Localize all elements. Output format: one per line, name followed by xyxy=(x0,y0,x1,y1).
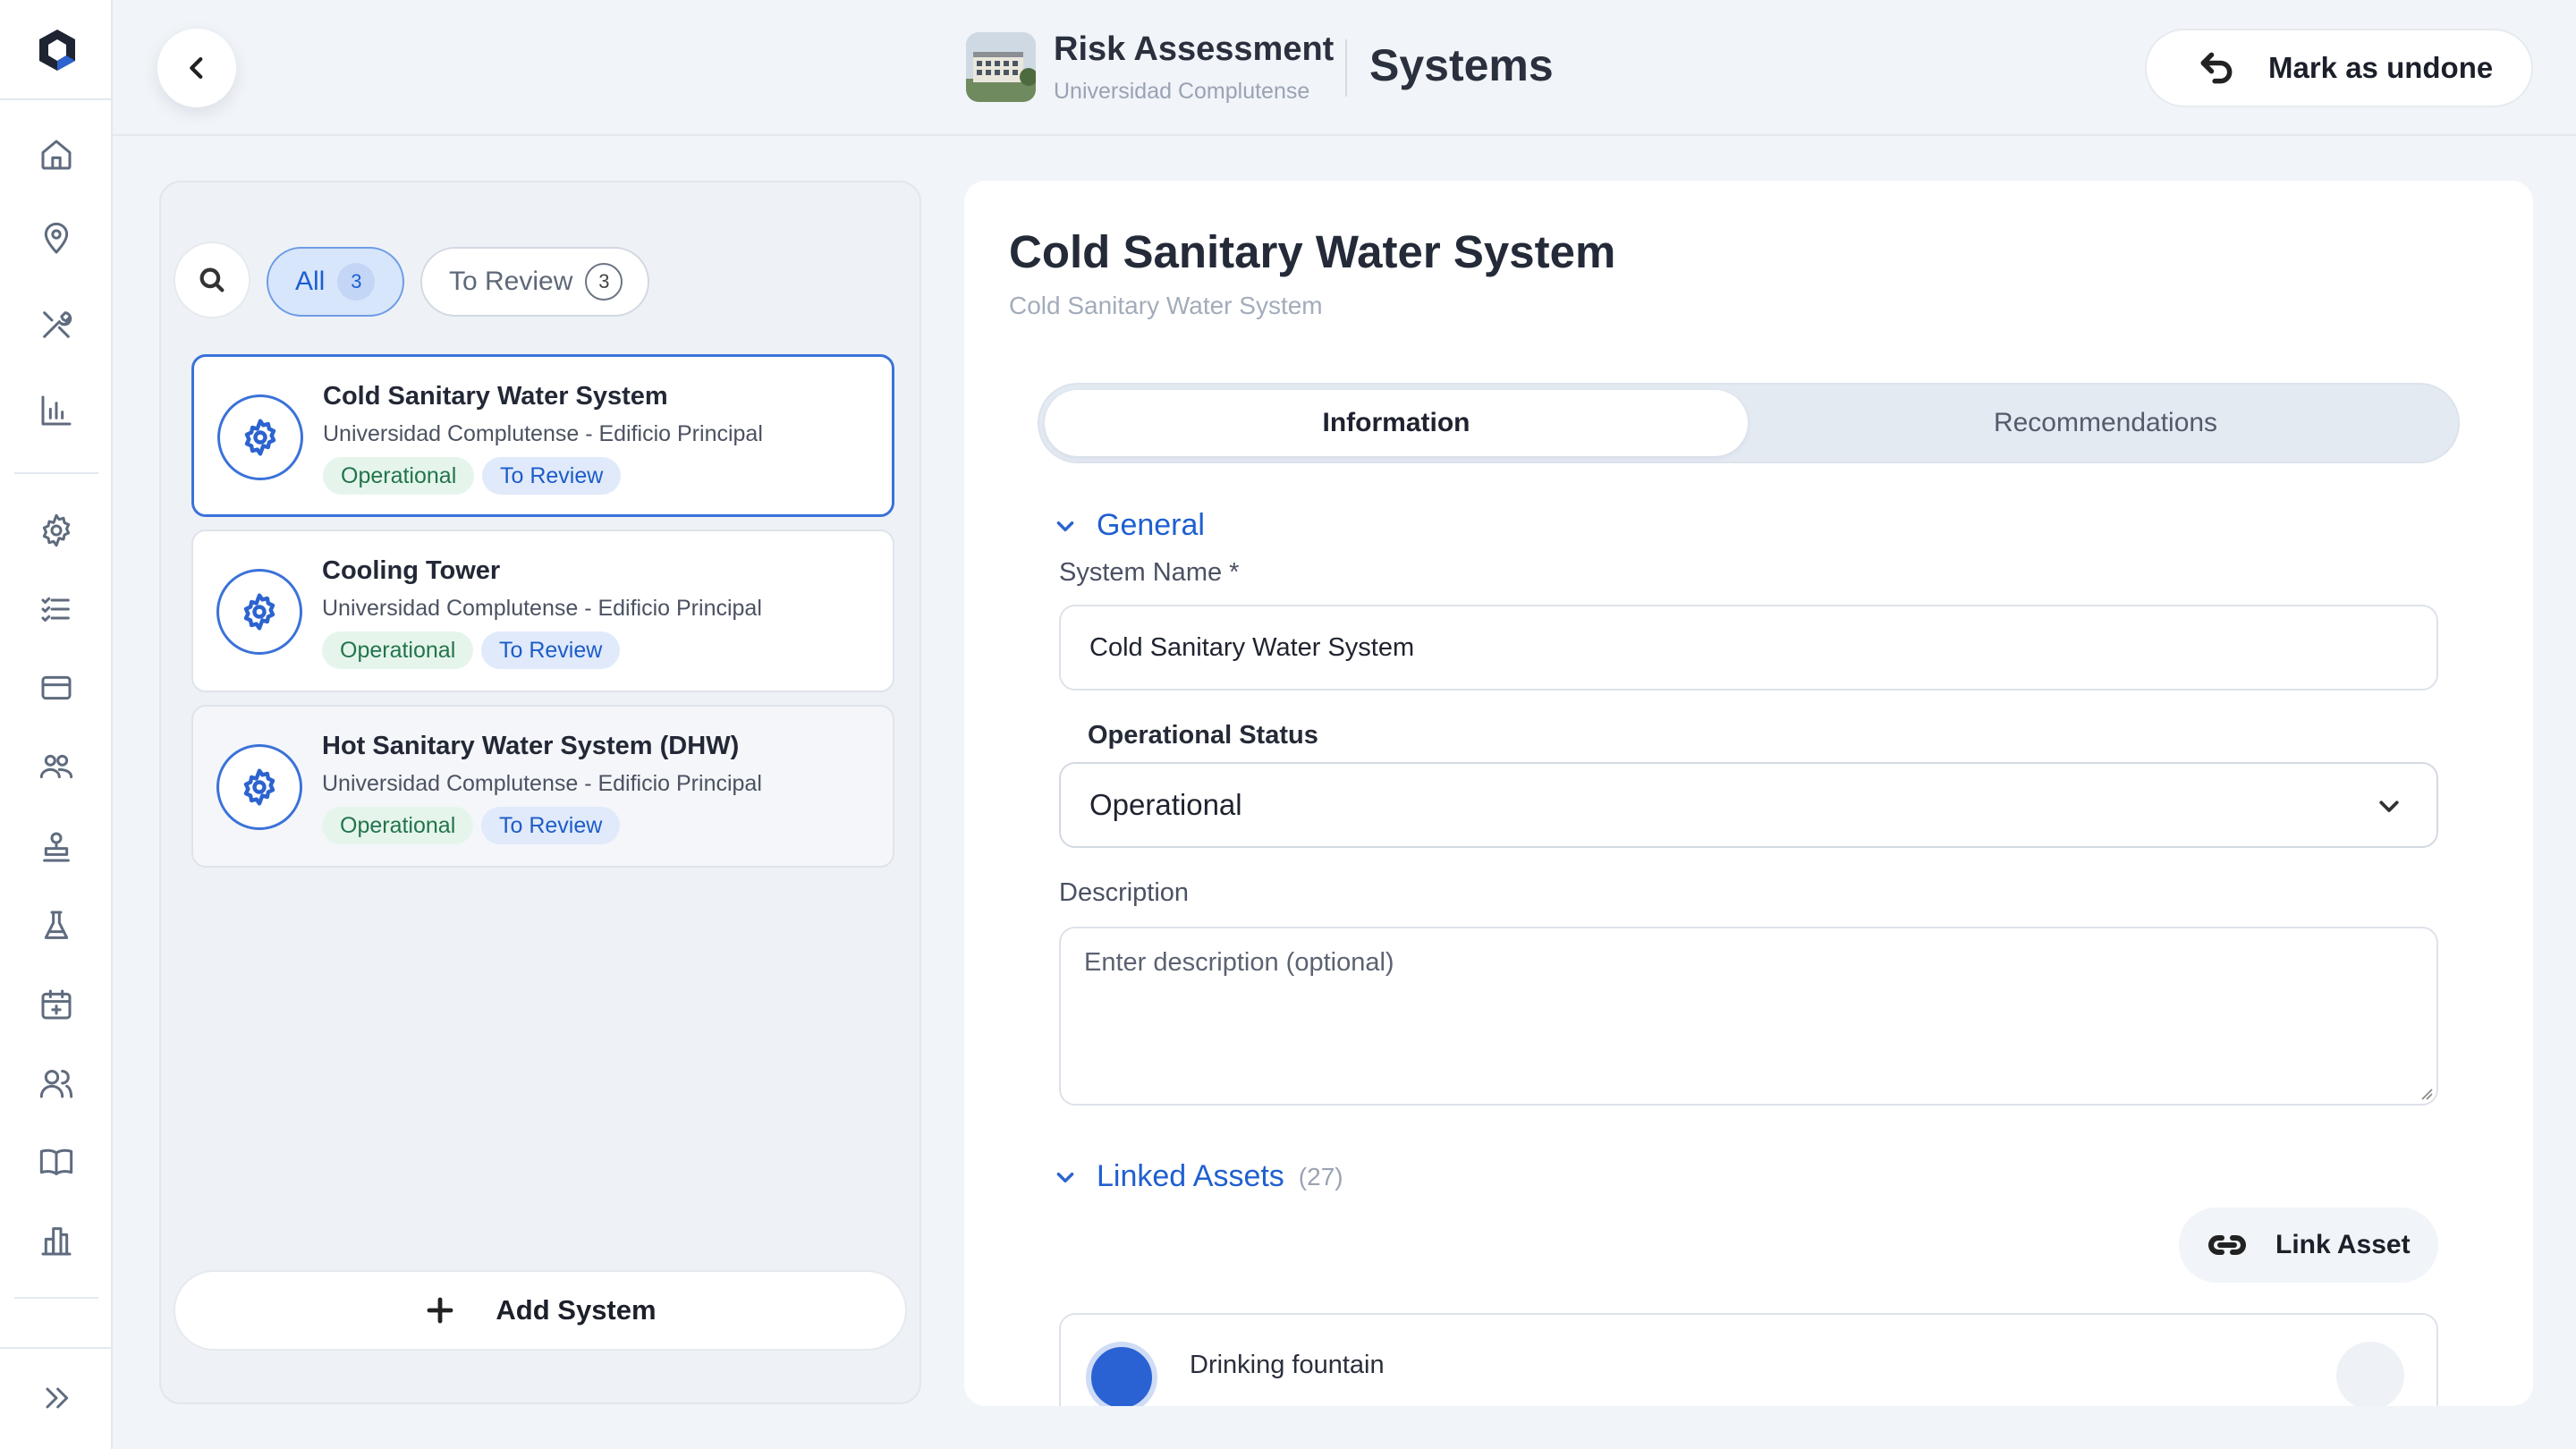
system-card[interactable]: Cold Sanitary Water System Universidad C… xyxy=(191,354,894,517)
link-asset-label: Link Asset xyxy=(2275,1230,2411,1259)
review-badge: To Review xyxy=(481,631,621,669)
linked-assets-label: Linked Assets xyxy=(1097,1159,1284,1193)
system-location: Universidad Complutense - Edificio Princ… xyxy=(323,421,763,446)
header-separator xyxy=(1345,39,1347,97)
header-subtitle: Universidad Complutense xyxy=(1054,79,1310,104)
filter-to-review-label: To Review xyxy=(449,267,573,296)
asset-more-button[interactable] xyxy=(2336,1342,2404,1406)
filter-to-review-count: 3 xyxy=(585,263,623,301)
filter-to-review-chip[interactable]: To Review 3 xyxy=(420,247,649,317)
group-icon[interactable] xyxy=(36,746,77,787)
description-label: Description xyxy=(1059,878,1190,907)
system-name-label: System Name * xyxy=(1059,558,1240,587)
system-name: Hot Sanitary Water System (DHW) xyxy=(322,732,740,760)
link-asset-button[interactable]: Link Asset xyxy=(2179,1208,2438,1283)
review-badge: To Review xyxy=(481,807,621,844)
checklist-icon[interactable] xyxy=(36,589,77,630)
system-card[interactable]: Hot Sanitary Water System (DHW) Universi… xyxy=(191,705,894,868)
calendar-icon[interactable] xyxy=(36,984,77,1025)
general-section-label: General xyxy=(1097,508,1205,542)
chevron-down-icon xyxy=(1056,521,1074,531)
filter-all-chip[interactable]: All 3 xyxy=(267,247,404,317)
detail-subtitle: Cold Sanitary Water System xyxy=(1009,292,1323,319)
operational-status-label: Operational Status xyxy=(1088,721,1318,750)
flask-icon[interactable] xyxy=(36,905,77,946)
card-icon[interactable] xyxy=(36,667,77,708)
book-icon[interactable] xyxy=(36,1141,77,1182)
mark-as-undone-button[interactable]: Mark as undone xyxy=(2145,29,2533,107)
status-badge: Operational xyxy=(322,807,474,844)
chevron-left-icon xyxy=(190,56,203,80)
bar-chart-icon[interactable] xyxy=(36,390,77,431)
header-title: Risk Assessment xyxy=(1054,30,1335,68)
search-icon xyxy=(199,267,225,292)
systems-list-panel: All 3 To Review 3 Cold Sanitary Water Sy… xyxy=(159,181,921,1404)
expand-icon[interactable] xyxy=(36,1377,77,1419)
filter-all-label: All xyxy=(295,267,326,296)
chevron-down-icon xyxy=(1056,1172,1074,1182)
users-icon[interactable] xyxy=(36,1063,77,1104)
filter-all-count: 3 xyxy=(337,263,376,301)
system-gear-icon xyxy=(216,744,302,830)
asset-name: Drinking fountain xyxy=(1190,1351,1385,1379)
building-thumbnail xyxy=(966,32,1036,102)
operational-status-select[interactable]: Operational xyxy=(1059,762,2438,848)
detail-tabs: Information Recommendations xyxy=(1038,383,2460,463)
tab-recommendations[interactable]: Recommendations xyxy=(1755,390,2456,456)
system-card[interactable]: Cooling Tower Universidad Complutense - … xyxy=(191,530,894,692)
building-icon[interactable] xyxy=(36,1220,77,1261)
plus-icon xyxy=(428,1297,453,1324)
page-title: Systems xyxy=(1369,40,1554,90)
link-icon xyxy=(2208,1235,2246,1255)
system-location: Universidad Complutense - Edificio Princ… xyxy=(322,596,762,621)
search-button[interactable] xyxy=(174,242,250,318)
tab-information[interactable]: Information xyxy=(1045,390,1748,456)
gear-icon[interactable] xyxy=(36,510,77,551)
linked-assets-section-toggle[interactable]: Linked Assets (27) xyxy=(1054,1159,1343,1194)
resize-handle-icon[interactable] xyxy=(2420,1088,2433,1100)
undo-icon xyxy=(2200,52,2233,84)
linked-asset-item[interactable]: Drinking fountain xyxy=(1059,1313,2438,1406)
top-header: Risk Assessment Universidad Complutense … xyxy=(113,0,2576,136)
detail-title: Cold Sanitary Water System xyxy=(1009,226,1616,277)
sidebar-divider xyxy=(0,98,111,100)
system-gear-icon xyxy=(216,569,302,655)
system-name-input[interactable] xyxy=(1059,605,2438,691)
system-name: Cold Sanitary Water System xyxy=(323,382,668,411)
system-name: Cooling Tower xyxy=(322,556,501,585)
review-badge: To Review xyxy=(482,457,622,495)
chevron-down-icon xyxy=(2379,801,2399,812)
system-detail-panel: Cold Sanitary Water System Cold Sanitary… xyxy=(964,181,2533,1406)
operational-status-value: Operational xyxy=(1089,788,1242,821)
status-badge: Operational xyxy=(323,457,475,495)
system-gear-icon xyxy=(217,394,303,480)
sidebar xyxy=(0,0,113,1449)
add-system-button[interactable]: Add System xyxy=(174,1270,907,1351)
app-logo[interactable] xyxy=(34,27,80,73)
asset-avatar xyxy=(1086,1342,1157,1406)
general-section-toggle[interactable]: General xyxy=(1054,508,1205,543)
location-pin-icon[interactable] xyxy=(36,218,77,259)
back-button[interactable] xyxy=(157,29,236,107)
home-icon[interactable] xyxy=(36,134,77,175)
linked-assets-count: (27) xyxy=(1298,1162,1343,1191)
stamp-icon[interactable] xyxy=(36,826,77,868)
add-system-label: Add System xyxy=(496,1294,657,1326)
tools-icon[interactable] xyxy=(36,304,77,345)
sidebar-separator xyxy=(14,472,98,474)
system-location: Universidad Complutense - Edificio Princ… xyxy=(322,771,762,796)
mark-as-undone-label: Mark as undone xyxy=(2268,51,2494,84)
sidebar-separator xyxy=(14,1297,98,1299)
sidebar-divider xyxy=(0,1347,111,1349)
status-badge: Operational xyxy=(322,631,474,669)
description-textarea[interactable] xyxy=(1059,927,2438,1106)
